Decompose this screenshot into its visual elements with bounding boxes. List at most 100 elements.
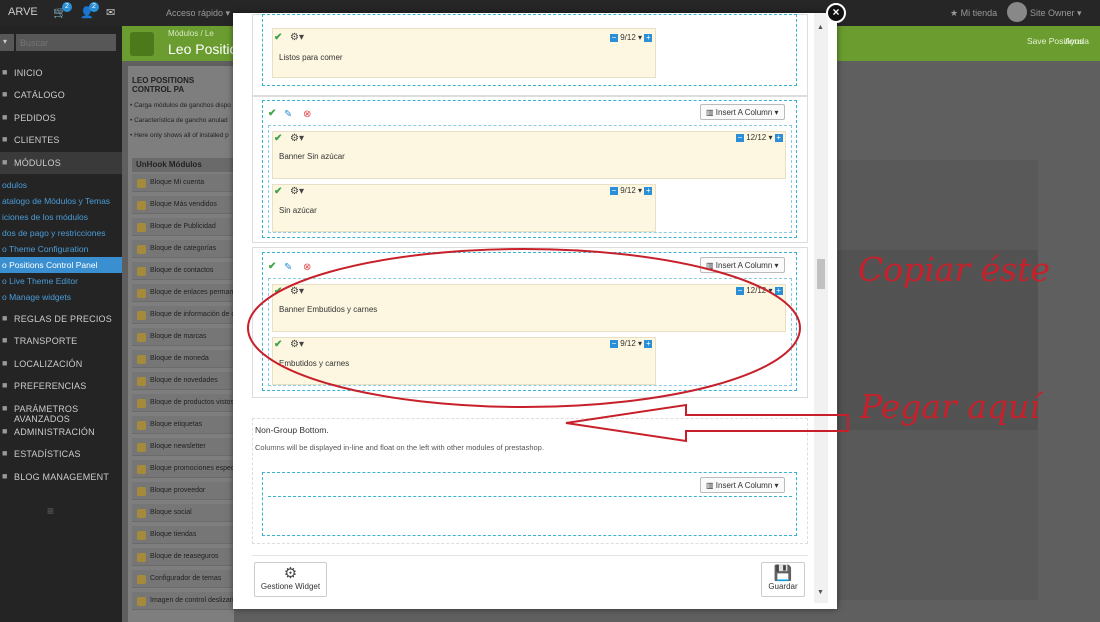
check-icon[interactable]: ✔ [274,339,282,350]
check-icon[interactable]: ✔ [274,133,282,144]
quick-access-menu[interactable]: Acceso rápido ▾ [166,8,230,19]
sidebar-item-localizacion[interactable]: ■ Localización [0,353,122,375]
gear-icon[interactable]: ⚙▾ [290,286,304,297]
brand-logo[interactable]: ARVE [8,6,38,18]
gear-icon[interactable]: ⚙▾ [290,133,304,144]
module-row[interactable]: Bloque de moneda [132,350,234,368]
sidebar-subitem[interactable]: o Manage widgets [0,289,122,305]
insert-column-button[interactable]: ▥ Insert A Column ▾ [700,477,785,493]
scroll-down-icon[interactable]: ▼ [817,589,824,596]
column-width-control[interactable]: − 9/12 ▾ + [610,186,653,195]
plus-icon[interactable]: + [644,186,653,195]
plus-icon[interactable]: + [644,33,653,42]
sidebar-item-blog[interactable]: ■ Blog Management [0,466,122,488]
sidebar-subitem[interactable]: odulos [0,177,122,193]
sidebar-item-reglas[interactable]: ■ Reglas de precios [0,308,122,330]
edit-icon[interactable]: ✎ [284,262,292,273]
module-label: Bloque de productos vistos [150,399,234,406]
module-row[interactable]: Configurador de temas [132,570,234,588]
minus-icon[interactable]: − [610,33,618,42]
sidebar-item-clientes[interactable]: ■ Clientes [0,129,122,151]
sidebar-subitem-active[interactable]: o Positions Control Panel [0,257,122,273]
module-row[interactable]: Bloque de reaseguros [132,548,234,566]
scroll-thumb[interactable] [817,259,825,289]
column-width-control[interactable]: − 12/12 ▾ + [736,286,783,295]
sidebar-item-estadisticas[interactable]: ■ Estadísticas [0,443,122,465]
minus-icon[interactable]: − [736,133,744,142]
owner-menu[interactable]: Site Owner ▾ [1030,8,1082,19]
save-button[interactable]: 💾 Guardar [761,562,805,597]
sidebar-item-inicio[interactable]: ■ Inicio [0,62,122,84]
check-icon[interactable]: ✔ [274,286,282,297]
plus-icon[interactable]: + [774,286,783,295]
check-icon[interactable]: ✔ [274,186,282,197]
module-row[interactable]: Bloque Más vendidos [132,196,234,214]
mail-icon[interactable]: ✉ [106,6,115,19]
my-store-link[interactable]: ★ Mi tienda [950,8,997,19]
sidebar-item-pedidos[interactable]: ■ Pedidos [0,107,122,129]
minus-icon[interactable]: − [736,286,744,295]
minus-icon[interactable]: − [610,339,618,348]
insert-column-button[interactable]: ▥ Insert A Column ▾ [700,104,785,120]
module-row[interactable]: Imagen de control deslizante [132,592,234,610]
sidebar-subitem[interactable]: atalogo de Módulos y Temas [0,193,122,209]
plus-icon[interactable]: + [644,339,653,348]
module-row[interactable]: Bloque de productos vistos [132,394,234,412]
sidebar-item-catalogo[interactable]: ■ Catálogo [0,84,122,106]
module-row[interactable]: Bloque etiquetas [132,416,234,434]
column-block[interactable]: Embutidos y carnes [272,337,656,385]
column-block[interactable]: Banner Embutidos y carnes [272,284,786,332]
sidebar-subitem[interactable]: iciones de los módulos [0,209,122,225]
check-icon[interactable]: ✔ [268,108,276,119]
sidebar-subitem[interactable]: dos de pago y restricciones [0,225,122,241]
delete-icon[interactable]: ⊗ [303,262,311,273]
column-width-control[interactable]: − 12/12 ▾ + [736,133,783,142]
gear-icon[interactable]: ⚙▾ [290,32,304,43]
check-icon[interactable]: ✔ [274,32,282,43]
module-row[interactable]: Bloque de novedades [132,372,234,390]
sidebar-item-transporte[interactable]: ■ Transporte [0,330,122,352]
module-row[interactable]: Bloque de contactos [132,262,234,280]
help-button[interactable]: Ayuda [1065,36,1089,46]
avatar[interactable] [1007,2,1027,22]
module-row[interactable]: Bloque newsletter [132,438,234,456]
gear-icon[interactable]: ⚙▾ [290,186,304,197]
delete-icon[interactable]: ⊗ [303,109,311,120]
column-block[interactable]: Banner Sin azúcar [272,131,786,179]
plus-icon[interactable]: + [774,133,783,142]
module-row[interactable]: Bloque Mi cuenta [132,174,234,192]
module-row[interactable]: Bloque de Publicidad [132,218,234,236]
scroll-up-icon[interactable]: ▲ [817,24,824,31]
module-row[interactable]: Bloque social [132,504,234,522]
sidebar-item-parametros[interactable]: ■ Parámetros avanzados [0,398,122,424]
sidebar-item-administracion[interactable]: ■ Administración [0,421,122,443]
module-row[interactable]: Bloque proveedor [132,482,234,500]
search-toggle[interactable]: ▾ [0,34,14,51]
column-width-control[interactable]: − 9/12 ▾ + [610,339,653,348]
module-row[interactable]: Bloque promociones especiales [132,460,234,478]
gear-icon[interactable]: ⚙▾ [290,339,304,350]
collapse-menu-icon[interactable]: ≡ [47,504,54,518]
module-row[interactable]: Bloque tiendas [132,526,234,544]
modal-scrollbar[interactable]: ▲ ▼ [814,13,828,603]
column-block[interactable]: Listos para comer [272,28,656,78]
sidebar-subitem[interactable]: o Theme Configuration [0,241,122,257]
edit-icon[interactable]: ✎ [284,109,292,120]
check-icon[interactable]: ✔ [268,261,276,272]
module-row[interactable]: Bloque de enlaces permanentes [132,284,234,302]
minus-icon[interactable]: − [610,186,618,195]
sidebar-item-preferencias[interactable]: ■ Preferencias [0,375,122,397]
module-row[interactable]: Bloque de marcas [132,328,234,346]
close-button[interactable]: × [826,3,846,23]
breadcrumb[interactable]: Módulos / Le [168,29,214,38]
column-width-control[interactable]: − 9/12 ▾ + [610,33,653,42]
manage-widget-button[interactable]: ⚙ Gestione Widget [254,562,327,597]
column-label: Sin azúcar [279,206,317,215]
insert-column-button[interactable]: ▥ Insert A Column ▾ [700,257,785,273]
column-block[interactable]: Sin azúcar [272,184,656,232]
sidebar-subitem[interactable]: o Live Theme Editor [0,273,122,289]
module-row[interactable]: Bloque de información de contacto [132,306,234,324]
sidebar-item-modulos[interactable]: ■ Módulos [0,152,122,174]
module-row[interactable]: Bloque de categorías [132,240,234,258]
search-input[interactable] [16,34,116,51]
